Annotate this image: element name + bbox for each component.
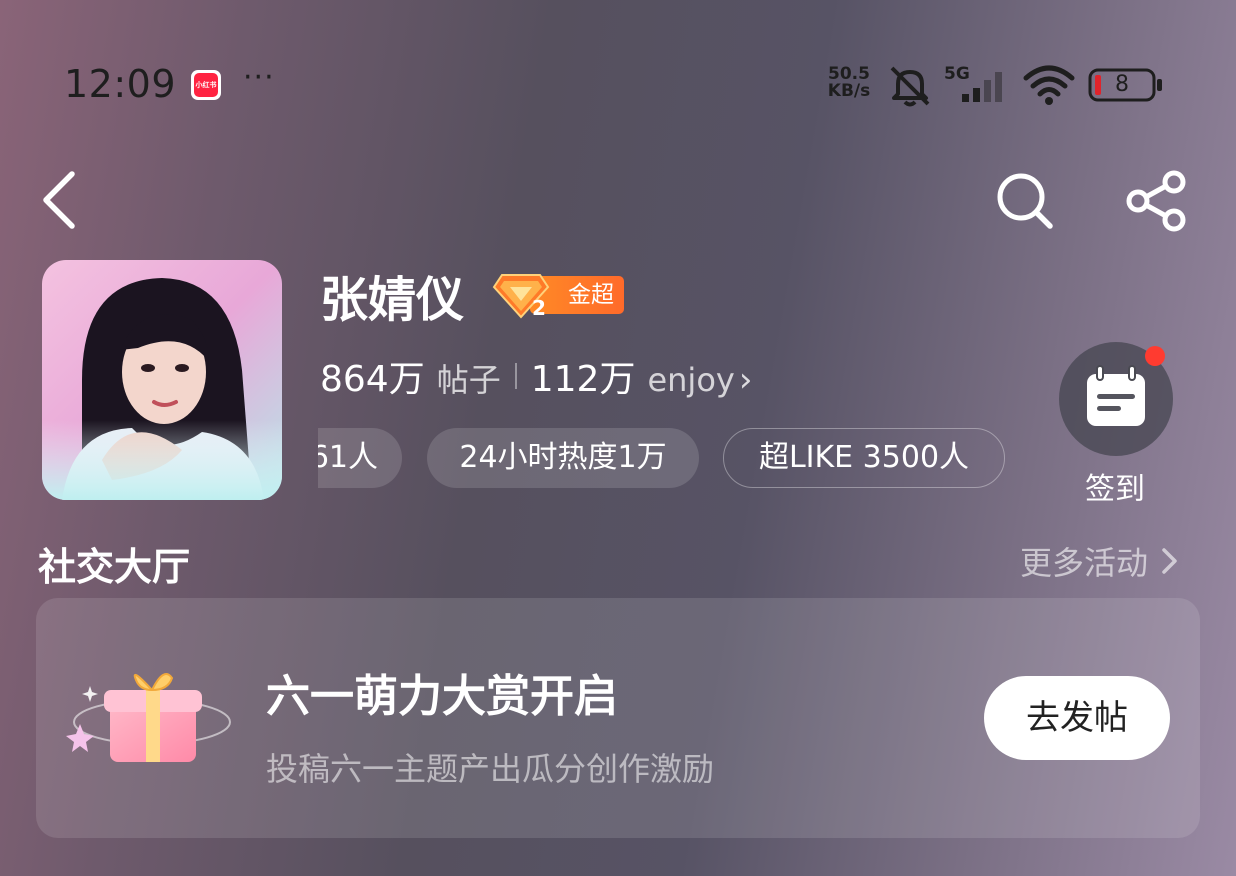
app-badge-text: 小红书 xyxy=(194,73,218,97)
posts-label: 帖子 xyxy=(436,361,501,399)
status-time: 12:09 xyxy=(64,62,177,106)
chevron-right-icon[interactable]: › xyxy=(739,360,753,400)
activity-title: 六一萌力大赏开启 xyxy=(266,671,618,722)
back-icon[interactable] xyxy=(36,168,86,232)
network-speed: 50.5 KB/s xyxy=(822,66,876,100)
app-notification-icon: 小红书 xyxy=(191,70,221,100)
cellular-signal-icon xyxy=(962,72,1002,102)
more-notifications-indicator: ··· xyxy=(243,60,275,95)
posts-count: 864万 xyxy=(320,359,425,400)
wifi-icon xyxy=(1023,65,1075,105)
more-activities-label[interactable]: 更多活动 xyxy=(1020,538,1148,584)
profile-name: 张婧仪 xyxy=(320,272,465,328)
gift-icon xyxy=(66,673,231,762)
battery-icon: 8 xyxy=(1088,68,1162,102)
enjoy-count: 112万 xyxy=(530,359,636,400)
level-number: 2 xyxy=(532,296,546,319)
more-activities-link[interactable]: 更多活动 xyxy=(1020,538,1182,584)
battery-level: 8 xyxy=(1115,72,1129,97)
signin-label[interactable]: 签到 xyxy=(1070,464,1160,508)
notification-dot xyxy=(1145,346,1165,366)
chip-heat[interactable]: 24小时热度1万 xyxy=(427,428,699,488)
section-title: 社交大厅 xyxy=(38,545,191,589)
network-speed-unit: KB/s xyxy=(827,81,871,101)
share-icon[interactable] xyxy=(1126,170,1188,232)
avatar[interactable] xyxy=(42,260,282,500)
profile-stats: 864万 帖子 112万 enjoy › xyxy=(320,350,752,402)
search-icon[interactable] xyxy=(994,170,1056,232)
stat-divider xyxy=(514,363,517,389)
mute-bell-icon xyxy=(890,66,930,107)
post-button[interactable]: 去发帖 xyxy=(984,676,1170,760)
chip-members[interactable]: 61人 xyxy=(318,428,402,488)
profile-chips: 61人 24小时热度1万 超LIKE 3500人 xyxy=(318,428,1008,490)
chevron-right-icon[interactable] xyxy=(1156,544,1182,578)
chip-super-like[interactable]: 超LIKE 3500人 xyxy=(723,428,1005,488)
enjoy-label[interactable]: enjoy xyxy=(647,361,734,399)
activity-subtitle: 投稿六一主题产出瓜分创作激励 xyxy=(266,750,715,788)
diamond-level-icon: 2 xyxy=(492,274,550,319)
